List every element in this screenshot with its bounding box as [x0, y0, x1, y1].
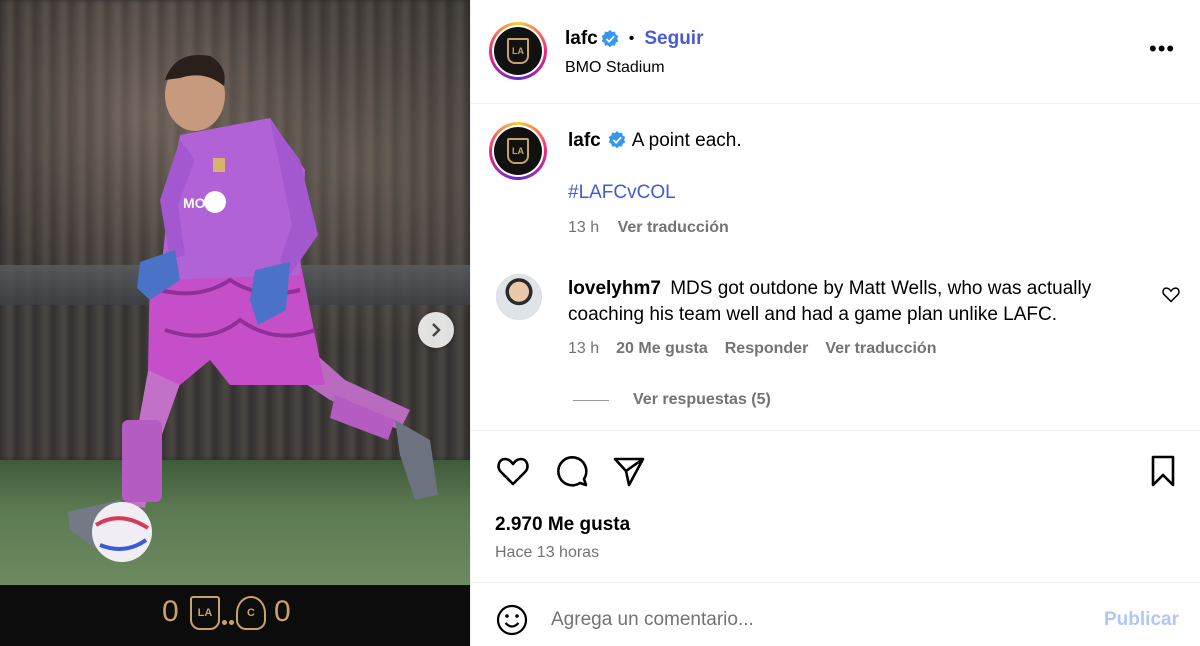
view-replies-button[interactable]: Ver respuestas (5): [573, 391, 771, 409]
comment-bubble-icon[interactable]: [554, 453, 590, 489]
colorado-crest-icon: C: [236, 596, 266, 630]
publish-button[interactable]: Publicar: [1104, 609, 1179, 631]
svg-text:MO: MO: [183, 195, 206, 211]
commenter-username[interactable]: lovelyhm7: [568, 278, 661, 299]
post-actions: 2.970 Me gusta Hace 13 horas: [471, 430, 1200, 600]
comment-like-heart-icon[interactable]: [1161, 284, 1181, 304]
author-line: lafc • Seguir: [565, 28, 703, 50]
like-heart-icon[interactable]: [495, 453, 531, 489]
post-details-panel: LA lafc • Seguir BMO Stadium ••• LA lafc…: [470, 0, 1200, 646]
lafc-logo-icon: LA: [507, 38, 529, 64]
location-link[interactable]: BMO Stadium: [565, 59, 665, 77]
comment-time: 13 h: [568, 340, 600, 357]
caption-translate-link[interactable]: Ver traducción: [618, 219, 729, 236]
emoji-icon[interactable]: [495, 603, 529, 637]
author-username[interactable]: lafc: [565, 28, 598, 50]
verified-badge-icon: [601, 30, 619, 48]
hashtag-link[interactable]: #LAFCvCOL: [568, 182, 676, 204]
home-score: 0: [162, 595, 179, 628]
separator-dot: •: [628, 30, 635, 47]
caption-username[interactable]: lafc: [568, 130, 601, 151]
comment-body: lovelyhm7 MDS got outdone by Matt Wells,…: [568, 276, 1138, 328]
comment-likes-link[interactable]: 20 Me gusta: [616, 340, 708, 358]
next-slide-button[interactable]: [418, 312, 454, 348]
commenter-avatar[interactable]: [496, 274, 542, 320]
caption-time: 13 h: [568, 219, 600, 236]
follow-button[interactable]: Seguir: [644, 28, 703, 50]
chevron-right-icon: [432, 323, 441, 337]
likes-count[interactable]: 2.970 Me gusta: [495, 514, 630, 536]
more-options-icon[interactable]: •••: [1149, 36, 1175, 62]
bookmark-icon[interactable]: [1145, 453, 1181, 489]
goalkeeper-image: MO: [68, 55, 438, 562]
comment-composer: Publicar: [471, 582, 1200, 646]
verified-badge-icon: [608, 131, 626, 149]
comment-input[interactable]: [551, 605, 1071, 635]
reply-button[interactable]: Responder: [725, 340, 809, 358]
lafc-logo-icon: LA: [507, 138, 529, 164]
view-replies-label: Ver respuestas (5): [633, 391, 771, 408]
post-header: LA lafc • Seguir BMO Stadium •••: [471, 0, 1200, 104]
away-score: 0: [274, 595, 291, 628]
caption-meta: 13 h Ver traducción: [568, 219, 743, 237]
post-time-ago: Hace 13 horas: [495, 544, 600, 561]
carousel-dots: [222, 612, 236, 625]
replies-divider-line: [573, 399, 609, 401]
post-caption: lafc A point each.: [568, 130, 742, 152]
lafc-crest-icon: LA: [190, 596, 220, 630]
comment-meta: 13 h 20 Me gusta Responder Ver traducció…: [568, 340, 953, 358]
share-paper-plane-icon[interactable]: [611, 453, 647, 489]
post-media[interactable]: MO 0 LA C 0: [0, 0, 470, 646]
author-avatar[interactable]: LA: [489, 22, 547, 80]
caption-text: A point each.: [631, 130, 742, 151]
caption-author-avatar[interactable]: LA: [489, 122, 547, 180]
comment-translate-link[interactable]: Ver traducción: [825, 340, 936, 358]
